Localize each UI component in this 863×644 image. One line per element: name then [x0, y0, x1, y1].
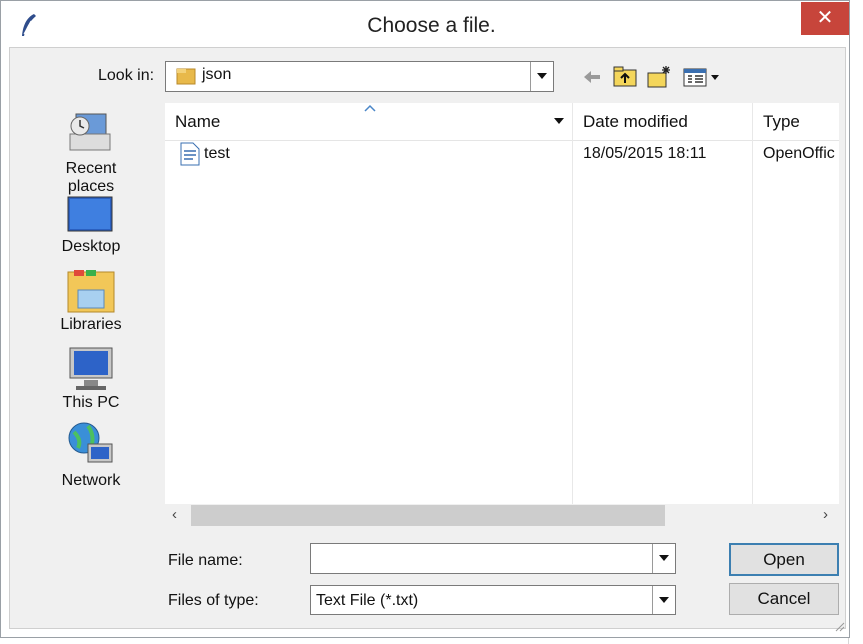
file-type-dropdown-button[interactable] — [652, 586, 675, 614]
libraries-icon[interactable] — [66, 268, 116, 316]
file-name-combo[interactable] — [310, 543, 676, 574]
resize-grip-icon[interactable] — [833, 620, 845, 632]
cancel-button[interactable]: Cancel — [729, 583, 839, 615]
column-header-date-modified[interactable]: Date modified — [583, 112, 688, 132]
background-window-strip — [848, 0, 863, 644]
place-this-pc[interactable]: This PC — [41, 394, 141, 412]
recent-places-icon[interactable] — [66, 110, 114, 158]
look-in-value: json — [202, 66, 232, 83]
back-arrow-icon[interactable] — [580, 64, 604, 90]
scroll-left-button[interactable]: ‹ — [172, 506, 177, 523]
scroll-thumb[interactable] — [191, 505, 665, 526]
file-name-cell: test — [204, 145, 230, 162]
list-header — [165, 103, 839, 141]
place-libraries[interactable]: Libraries — [41, 316, 141, 334]
view-menu-icon[interactable] — [682, 64, 724, 90]
look-in-dropdown-button[interactable] — [530, 62, 553, 91]
folder-icon — [176, 68, 196, 85]
open-button[interactable]: Open — [729, 543, 839, 576]
file-name-dropdown-button[interactable] — [652, 544, 675, 573]
place-desktop[interactable]: Desktop — [41, 238, 141, 256]
desktop-icon[interactable] — [66, 195, 114, 235]
close-button[interactable]: ✕ — [801, 2, 849, 35]
up-folder-icon[interactable] — [612, 64, 638, 90]
file-type-value: Text File (*.txt) — [316, 592, 419, 609]
window-title: Choose a file. — [367, 14, 496, 37]
column-header-type[interactable]: Type — [763, 112, 800, 132]
network-icon[interactable] — [66, 420, 116, 470]
text-document-icon — [180, 142, 200, 166]
new-folder-icon[interactable] — [646, 64, 674, 90]
column-filter-dropdown-icon[interactable] — [552, 116, 566, 126]
place-recent-places[interactable]: Recent places — [41, 160, 141, 196]
place-network[interactable]: Network — [41, 472, 141, 490]
file-type-label: Files of type: — [168, 592, 259, 609]
scroll-right-button[interactable]: › — [823, 506, 828, 523]
file-name-label: File name: — [168, 552, 243, 569]
sort-ascending-icon — [364, 104, 376, 112]
file-date-cell: 18/05/2015 18:11 — [583, 145, 707, 162]
look-in-label: Look in: — [98, 67, 155, 84]
this-pc-icon[interactable] — [66, 346, 116, 392]
file-type-cell: OpenOffic — [763, 145, 835, 162]
column-header-name[interactable]: Name — [175, 112, 220, 132]
